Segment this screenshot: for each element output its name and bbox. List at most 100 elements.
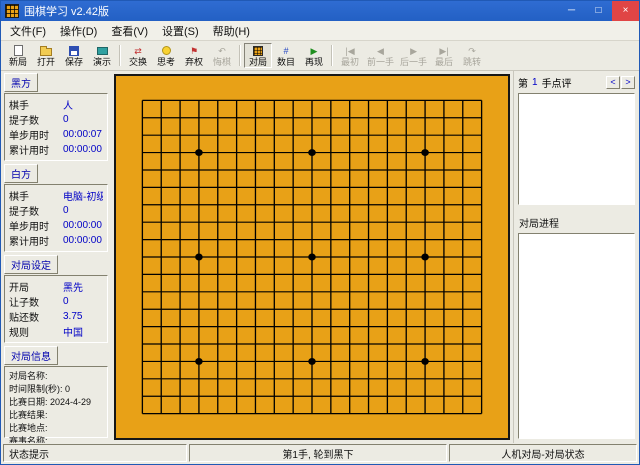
status-bar: 状态提示 第1手, 轮到黑下 人机对局-对局状态 [1,443,639,464]
black-player-label: 棋手 [9,101,29,112]
game-settings-section: 对局设定 开局 黑先 让子数 0 贴还数 3.75 规则 中国 [4,255,108,343]
app-icon [5,4,19,18]
next-move-button[interactable]: ▶ 后一手 [397,43,430,68]
title-bar: 围棋学习 v2.42版 ─ □ × [1,1,639,21]
menu-file[interactable]: 文件(F) [3,21,53,41]
game-progress-list[interactable] [518,233,635,439]
close-button[interactable]: × [612,1,639,21]
menu-view[interactable]: 查看(V) [104,21,155,41]
jump-arrow-icon: ↷ [468,45,476,56]
right-panel: 第 1 手点评 < > 对局进程 [513,71,639,443]
go-board[interactable] [114,74,510,440]
white-total-time-value: 00:00:00 [63,235,102,246]
opening-row: 开局 黑先 [9,279,103,294]
toolbar-separator [239,45,241,66]
demo-button[interactable]: 演示 [88,43,116,68]
info-section-body: 对局名称: 时间限制(秒): 0 比赛日期: 2024-4-29 比赛结果: 比… [4,366,108,446]
demo-label: 演示 [92,56,111,67]
move-review-header: 第 1 手点评 < > [518,75,635,90]
swap-arrows-icon: ⇄ [134,45,142,56]
save-label: 保存 [64,56,83,67]
white-player-section: 白方 棋手 电脑-初级 提子数 0 单步用时 00:00:00 累计用时 00:… [4,164,108,252]
last-move-button[interactable]: ▶| 最后 [430,43,458,68]
replay-play-icon: ▶ [310,45,318,56]
black-player-row: 棋手 人 [9,97,103,112]
black-player-section: 黑方 棋手 人 提子数 0 单步用时 00:00:07 累计用时 00:00:0… [4,73,108,161]
black-player-value: 人 [63,101,73,112]
move-review-text-area[interactable] [518,93,635,205]
toolbar: 新局 打开 保存 演示 ⇄ 交换 思考 ⚑ 弃权 ↶ 悔棋 对局 # 数目 ▶ … [1,41,639,71]
rules-value: 中国 [63,328,83,339]
white-total-time-row: 累计用时 00:00:00 [9,233,103,248]
white-captures-label: 提子数 [9,207,39,218]
handicap-row: 让子数 0 [9,294,103,309]
board-grid [141,99,483,415]
status-turn-cell: 第1手, 轮到黑下 [189,444,447,462]
menu-settings[interactable]: 设置(S) [155,21,206,41]
settings-section-body: 开局 黑先 让子数 0 贴还数 3.75 规则 中国 [4,275,108,343]
save-button[interactable]: 保存 [60,43,88,68]
black-total-time-value: 00:00:00 [63,144,102,155]
count-label: 数目 [276,56,295,67]
review-prev-button[interactable]: < [606,76,620,89]
white-total-time-label: 累计用时 [9,237,49,248]
prev-move-button[interactable]: ◀ 前一手 [364,43,397,68]
review-suffix: 手点评 [541,79,572,90]
play-mode-button[interactable]: 对局 [244,43,272,68]
first-move-button[interactable]: |◀ 最初 [336,43,364,68]
demo-monitor-icon [96,45,108,57]
new-game-button[interactable]: 新局 [4,43,32,68]
status-mode-cell: 人机对局-对局状态 [449,444,637,462]
main-area: 黑方 棋手 人 提子数 0 单步用时 00:00:07 累计用时 00:00:0… [1,71,639,446]
new-game-label: 新局 [8,56,27,67]
minimize-button[interactable]: ─ [558,1,585,21]
review-next-button[interactable]: > [621,76,635,89]
replay-button[interactable]: ▶ 再现 [300,43,328,68]
pass-button[interactable]: ⚑ 弃权 [180,43,208,68]
black-captures-row: 提子数 0 [9,112,103,127]
undo-move-button[interactable]: ↶ 悔棋 [208,43,236,68]
menu-action[interactable]: 操作(D) [53,21,104,41]
black-section-header: 黑方 [4,73,38,92]
menu-help[interactable]: 帮助(H) [206,21,257,41]
opening-value: 黑先 [63,283,83,294]
komi-row: 贴还数 3.75 [9,309,103,324]
open-folder-icon [40,45,52,57]
swap-button[interactable]: ⇄ 交换 [124,43,152,68]
time-limit-line: 时间限制(秒): 0 [9,384,71,394]
black-step-time-label: 单步用时 [9,131,49,142]
opening-label: 开局 [9,283,29,294]
white-captures-value: 0 [63,205,69,216]
first-move-label: 最初 [340,56,359,67]
open-button[interactable]: 打开 [32,43,60,68]
white-player-label: 棋手 [9,192,29,203]
black-step-time-row: 单步用时 00:00:07 [9,127,103,142]
komi-label: 贴还数 [9,313,39,324]
toolbar-separator [119,45,121,66]
maximize-button[interactable]: □ [585,1,612,21]
game-name-line: 对局名称: [9,371,48,381]
pass-label: 弃权 [184,56,203,67]
handicap-value: 0 [63,296,69,307]
review-move-number: 1 [532,77,538,88]
swap-label: 交换 [128,56,147,67]
black-section-body: 棋手 人 提子数 0 单步用时 00:00:07 累计用时 00:00:00 [4,93,108,161]
prev-move-label: 前一手 [367,56,395,67]
window-controls: ─ □ × [558,1,639,21]
match-date-line: 比赛日期: 2024-4-29 [9,397,92,407]
think-button[interactable]: 思考 [152,43,180,68]
play-board-icon [253,45,263,57]
left-panel: 黑方 棋手 人 提子数 0 单步用时 00:00:07 累计用时 00:00:0… [1,71,111,446]
undo-arrow-icon: ↶ [218,45,226,56]
think-bulb-icon [161,45,171,57]
white-step-time-label: 单步用时 [9,222,49,233]
board-area [111,71,513,443]
count-button[interactable]: # 数目 [272,43,300,68]
game-info-section: 对局信息 对局名称: 时间限制(秒): 0 比赛日期: 2024-4-29 比赛… [4,346,108,446]
next-move-label: 后一手 [400,56,428,67]
white-section-header: 白方 [4,164,38,183]
open-label: 打开 [36,56,55,67]
count-icon: # [283,45,289,56]
komi-value: 3.75 [63,311,83,322]
jump-button[interactable]: ↷ 跳转 [458,43,486,68]
